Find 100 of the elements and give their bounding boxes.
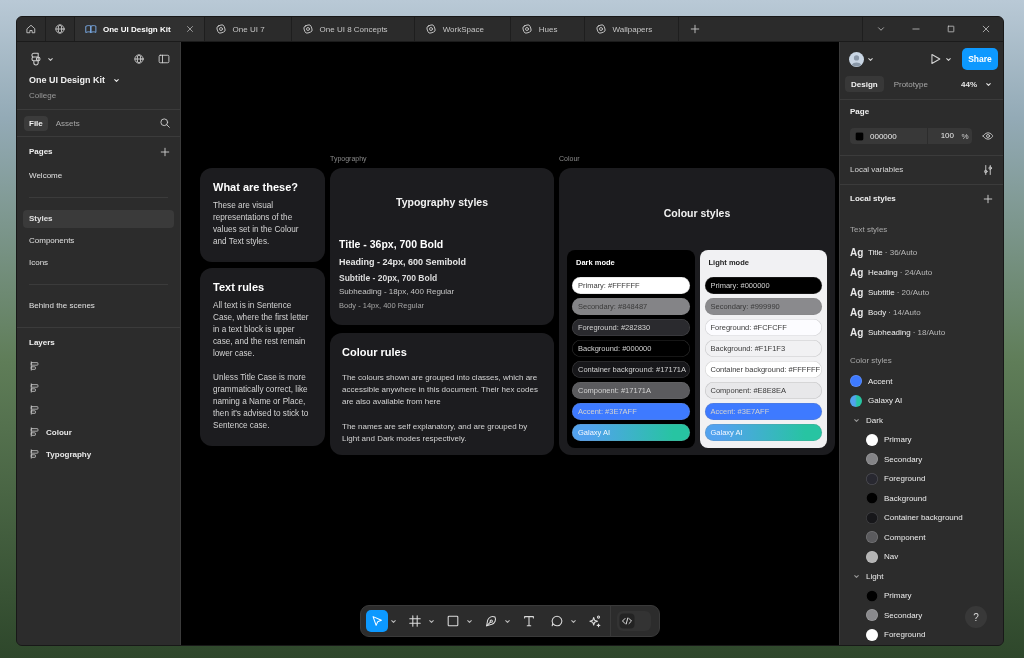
plus-icon[interactable] — [159, 146, 171, 158]
caret-icon[interactable] — [428, 617, 435, 625]
sparkle-icon — [588, 614, 602, 628]
text-style-item[interactable]: Ag Heading · 24/Auto — [850, 262, 933, 282]
file-icon — [520, 23, 533, 35]
globe-icon[interactable] — [133, 53, 145, 65]
layout-icon — [30, 383, 40, 393]
color-style-item[interactable]: Foreground — [850, 471, 926, 486]
text-style-item[interactable]: Ag Body · 14/Auto — [850, 302, 921, 322]
frame-icon — [408, 614, 422, 628]
home-icon[interactable] — [25, 23, 37, 35]
caret-icon[interactable] — [945, 55, 952, 63]
panel-tab[interactable]: File — [24, 115, 48, 131]
rectangle-icon — [446, 614, 460, 628]
style-group[interactable]: Light — [850, 569, 884, 583]
text-style-item[interactable]: Ag Subtitle · 20/Auto — [850, 282, 930, 302]
type-sample: Subtitle - 20px, 700 Bold — [339, 273, 438, 283]
section-title: Local variables — [850, 164, 904, 176]
section-title: Layers — [29, 337, 55, 349]
sidebar-icon[interactable] — [158, 53, 170, 65]
color-style-item[interactable]: Secondary — [850, 452, 923, 466]
color-style-item[interactable]: Background — [850, 491, 927, 505]
dev-mode-toggle[interactable] — [617, 611, 651, 631]
color-style-item[interactable]: Primary — [850, 588, 912, 603]
layout-icon — [30, 405, 40, 415]
card-title: Colour rules — [342, 345, 408, 359]
document-tab[interactable]: One UI Design Kit — [75, 17, 205, 41]
chevron-down-icon[interactable] — [875, 24, 886, 34]
caret-icon[interactable] — [853, 416, 860, 424]
file-name[interactable]: One UI Design Kit — [29, 73, 120, 87]
text-style-item[interactable]: Ag Title · 36/Auto — [850, 242, 918, 262]
section-title: Pages — [29, 146, 53, 158]
app-logo-icon[interactable] — [29, 52, 43, 66]
card-title: Text rules — [213, 280, 266, 294]
caret-icon[interactable] — [570, 617, 577, 625]
move-tool-button[interactable] — [366, 610, 388, 632]
speech-bubble-icon — [550, 614, 564, 628]
type-sample: Title - 36px, 700 Bold — [339, 237, 444, 251]
caret-icon[interactable] — [390, 617, 397, 625]
card-title: Colour styles — [662, 206, 732, 220]
help-button[interactable]: ? — [965, 606, 987, 628]
sliders-icon[interactable] — [982, 164, 994, 176]
section-title: Page — [850, 106, 870, 118]
text-tool-icon — [522, 614, 536, 628]
play-icon[interactable] — [928, 52, 942, 66]
color-style-item[interactable]: Nav — [850, 549, 899, 564]
color-style-item[interactable]: Accent — [850, 374, 893, 388]
card-text: All text is in Sentence Case, where the first letter in a text block is upper case, and the rest remain lower case. — [213, 300, 310, 360]
card-text: The colours shown are grouped into classes, which are accessible anywhere in this document. Their hex codes are also available from here — [342, 372, 539, 408]
page-item[interactable]: Welcome — [23, 167, 174, 185]
color-style-item[interactable]: Foreground — [850, 627, 926, 642]
document-tab[interactable]: One UI 7 — [204, 17, 292, 41]
search-icon[interactable] — [159, 117, 171, 129]
layer-item[interactable]: Typography — [23, 445, 174, 463]
caret-icon[interactable] — [867, 55, 874, 63]
panel-tab[interactable]: Design — [845, 76, 884, 92]
plus-icon[interactable] — [982, 193, 994, 205]
file-icon — [594, 23, 607, 35]
close-icon[interactable] — [184, 24, 195, 34]
file-icon — [214, 23, 227, 35]
page-item[interactable]: Behind the scenes — [23, 297, 174, 315]
caret-icon[interactable] — [466, 617, 473, 625]
file-icon — [424, 23, 437, 35]
section-title: Local styles — [850, 193, 896, 205]
document-tab[interactable]: Wallpapers — [584, 17, 680, 41]
style-group[interactable]: Dark — [850, 413, 883, 427]
page-fill-field[interactable]: 000000 100 % — [850, 128, 972, 144]
code-icon — [619, 613, 635, 629]
color-style-item[interactable]: Galaxy AI — [850, 393, 903, 408]
close-icon[interactable] — [980, 24, 991, 34]
document-tab[interactable]: One UI 8 Concepts — [291, 17, 415, 41]
caret-icon[interactable] — [853, 572, 860, 580]
page-item[interactable]: Icons — [23, 254, 174, 272]
caret-icon[interactable] — [47, 55, 54, 63]
color-style-item[interactable]: Primary — [850, 432, 912, 447]
layer-item[interactable]: Colour — [23, 423, 174, 441]
caret-icon — [113, 76, 120, 84]
color-style-item[interactable]: Secondary — [850, 608, 923, 622]
text-style-item[interactable]: Ag Subheading · 18/Auto — [850, 322, 946, 342]
card-title: Typography styles — [395, 195, 489, 209]
document-tab[interactable]: Hues — [510, 17, 585, 41]
file-icon — [301, 23, 314, 35]
card-text: Unless Title Case is more grammatically correct, like naming a Name or Place, then it's advised to stick to Sentence case. — [213, 372, 310, 432]
page-item[interactable]: Components — [23, 232, 174, 250]
type-sample: Heading - 24px, 600 Semibold — [339, 257, 467, 268]
panel-tab[interactable]: Assets — [50, 115, 85, 131]
plus-icon[interactable] — [689, 23, 702, 35]
panel-tab[interactable]: Prototype — [887, 76, 934, 92]
subsection-title: Color styles — [850, 355, 892, 367]
zoom-menu[interactable]: 44% — [961, 79, 992, 89]
eye-icon[interactable] — [982, 130, 994, 142]
color-style-item[interactable]: Container background — [850, 510, 963, 525]
globe-icon[interactable] — [54, 23, 66, 35]
page-item[interactable]: Styles — [23, 210, 174, 228]
document-tab[interactable]: WorkSpace — [414, 17, 511, 41]
maximize-icon[interactable] — [945, 24, 956, 34]
subsection-title: Text styles — [850, 224, 888, 236]
color-style-item[interactable]: Component — [850, 530, 926, 544]
caret-icon[interactable] — [504, 617, 511, 625]
avatar-icon[interactable] — [849, 51, 864, 67]
